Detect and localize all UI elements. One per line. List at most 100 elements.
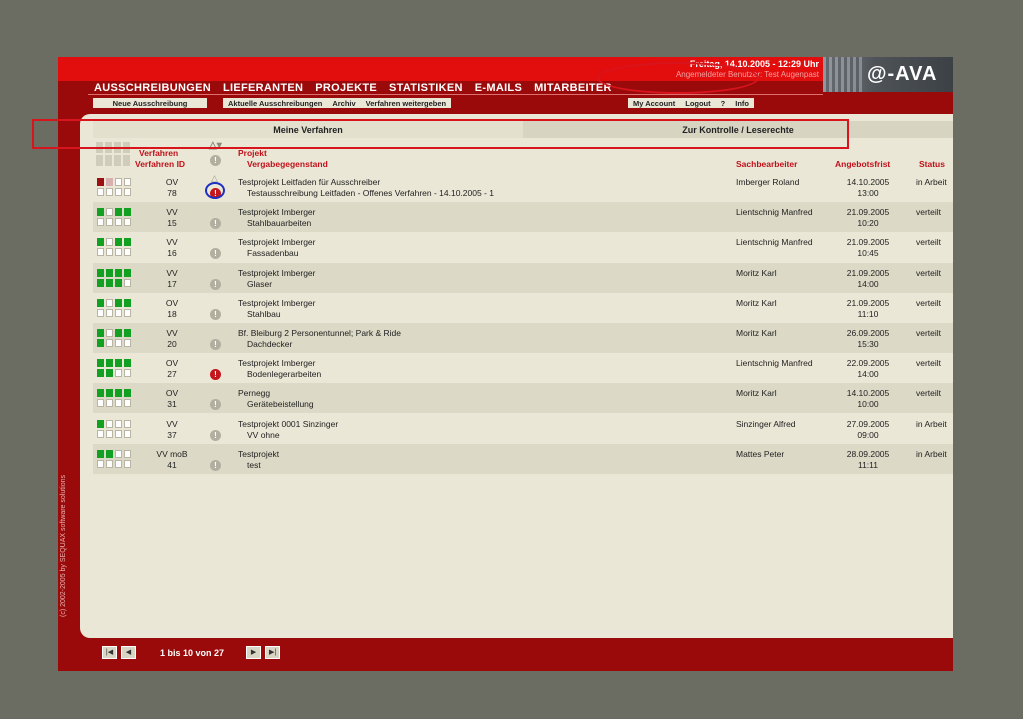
status-text: verteilt bbox=[916, 328, 942, 338]
col-sachbearbeiter[interactable]: Sachbearbeiter bbox=[736, 159, 797, 169]
forward-procedure-link[interactable]: Verfahren weitergeben bbox=[361, 99, 451, 108]
content-panel: Meine Verfahren Zur Kontrolle / Leserech… bbox=[80, 114, 953, 638]
project-name: Testprojekt Imberger bbox=[238, 267, 316, 278]
warning-icon[interactable]: ! bbox=[210, 399, 221, 411]
first-page-button[interactable]: |◀ bbox=[102, 646, 117, 659]
pager-text: 1 bis 10 von 27 bbox=[160, 647, 225, 658]
my-account-link[interactable]: My Account bbox=[628, 99, 680, 108]
app-logo: @-AVA bbox=[823, 57, 953, 92]
col-projekt[interactable]: Projekt bbox=[238, 148, 267, 158]
tender-subject: Dachdecker bbox=[247, 339, 293, 349]
deadline-time: 10:00 bbox=[857, 399, 879, 410]
case-officer: Moritz Karl bbox=[736, 297, 777, 308]
col-angebotsfrist[interactable]: Angebotsfrist bbox=[835, 159, 890, 169]
warning-icon[interactable]: ! bbox=[210, 308, 221, 320]
archive-link[interactable]: Archiv bbox=[327, 99, 360, 108]
nav-ausschreibungen[interactable]: AUSSCHREIBUNGEN bbox=[94, 82, 211, 94]
status-squares bbox=[97, 268, 131, 289]
prev-page-button[interactable]: ◀ bbox=[121, 646, 136, 659]
new-tender-link[interactable]: Neue Ausschreibung bbox=[108, 99, 193, 108]
nav-mitarbeiter[interactable]: MITARBEITER bbox=[534, 82, 612, 94]
pager: |◀ ◀ 1 bis 10 von 27 ▶ ▶| bbox=[102, 646, 281, 659]
subnav-mid: Aktuelle Ausschreibungen Archiv Verfahre… bbox=[223, 98, 452, 108]
table-row[interactable]: VV 15 Testprojekt Imberger Stahlbauarbeiten… bbox=[93, 202, 953, 233]
highlight-ellipse bbox=[597, 62, 759, 94]
warning-icon[interactable]: ! bbox=[210, 429, 221, 441]
col-verfahren-id[interactable]: Verfahren ID bbox=[135, 159, 185, 169]
nav-emails[interactable]: E-MAILS bbox=[475, 82, 522, 94]
copyright: (c) 2002-2005 by SEQUAX software solutio… bbox=[60, 474, 67, 617]
col-verfahren[interactable]: Verfahren bbox=[139, 148, 178, 158]
warning-icon[interactable]: ! bbox=[210, 459, 221, 471]
tender-subject: Glaser bbox=[247, 278, 273, 289]
project-name: Testprojekt Imberger bbox=[238, 358, 316, 369]
deadline-date: 21.09.2005 bbox=[846, 297, 890, 308]
col-vergabegegenstand[interactable]: Vergabegegenstand bbox=[247, 159, 328, 169]
table-row[interactable]: VV 17 Testprojekt Imberger Glaser Moritz Kar… bbox=[93, 262, 953, 293]
status-text: verteilt bbox=[916, 207, 942, 218]
last-page-button[interactable]: ▶| bbox=[265, 646, 281, 659]
procedure-id: 18 bbox=[167, 308, 177, 319]
next-page-button[interactable]: ▶ bbox=[246, 646, 262, 659]
table-row[interactable]: OV 78 Testprojekt Leitfaden für Ausschreib… bbox=[93, 172, 953, 202]
status-text: verteilt bbox=[916, 358, 942, 369]
status-text: verteilt bbox=[916, 388, 942, 399]
procedure-id: 31 bbox=[167, 399, 177, 410]
status-text: in Arbeit bbox=[916, 418, 947, 429]
warning-icon[interactable]: ! bbox=[210, 339, 221, 350]
project-name: Testprojekt Leitfaden für Ausschreiber bbox=[238, 177, 381, 187]
procedure-type: VV moB bbox=[156, 448, 188, 459]
warning-icon[interactable]: ! bbox=[210, 278, 221, 290]
procedure-type: VV bbox=[166, 418, 178, 429]
info-link[interactable]: Info bbox=[730, 99, 754, 108]
nav-lieferanten[interactable]: LIEFERANTEN bbox=[223, 82, 303, 94]
status-squares bbox=[97, 419, 131, 440]
status-squares bbox=[97, 449, 131, 470]
tender-subject: Testausschreibung Leitfaden - Offenes Ve… bbox=[247, 188, 494, 198]
project-name: Bf. Bleiburg 2 Personentunnel; Park & Ri… bbox=[238, 328, 402, 338]
app-frame: Freitag, 14.10.2005 - 12:29 Uhr Angemeld… bbox=[58, 57, 953, 671]
tender-subject: test bbox=[247, 459, 261, 470]
procedure-id: 16 bbox=[167, 248, 177, 259]
warning-icon[interactable]: ! bbox=[210, 248, 221, 260]
logout-link[interactable]: Logout bbox=[680, 99, 715, 108]
table-row[interactable]: OV 27 Testprojekt Imberger Bodenlegerarbeit… bbox=[93, 353, 953, 383]
col-status[interactable]: Status bbox=[919, 159, 945, 169]
status-squares bbox=[97, 178, 131, 198]
warning-icon[interactable]: ! bbox=[210, 218, 221, 230]
case-officer: Sinzinger Alfred bbox=[736, 418, 796, 429]
case-officer: Lientschnig Manfred bbox=[736, 207, 813, 218]
procedure-id: 20 bbox=[167, 339, 177, 349]
table-row[interactable]: VV moB 41 Testprojekt test Mattes Peter 28.09… bbox=[93, 443, 953, 474]
subnav-left: Neue Ausschreibung bbox=[93, 98, 207, 108]
tender-subject: Stahlbauarbeiten bbox=[247, 218, 312, 229]
project-name: Testprojekt 0001 Sinzinger bbox=[238, 418, 339, 429]
procedure-type: OV bbox=[165, 177, 179, 187]
deadline-time: 11:11 bbox=[857, 459, 878, 470]
deadline-time: 14:00 bbox=[857, 369, 879, 380]
current-tenders-link[interactable]: Aktuelle Ausschreibungen bbox=[223, 99, 327, 108]
deadline-date: 22.09.2005 bbox=[846, 358, 890, 369]
table-row[interactable]: OV 18 Testprojekt Imberger Stahlbau Moritz K… bbox=[93, 293, 953, 323]
case-officer: Moritz Karl bbox=[736, 388, 777, 399]
deadline-time: 10:45 bbox=[857, 248, 879, 259]
table-row[interactable]: VV 16 Testprojekt Imberger Fassadenbau Lient… bbox=[93, 232, 953, 262]
nav-projekte[interactable]: PROJEKTE bbox=[315, 82, 377, 94]
warning-icon[interactable]: ! bbox=[210, 369, 221, 381]
table-row[interactable]: OV 31 Pernegg Gerätebeistellung Moritz Karl 1… bbox=[93, 383, 953, 414]
procedure-id: 41 bbox=[167, 459, 177, 470]
table-row[interactable]: VV 20 Bf. Bleiburg 2 Personentunnel; Park … bbox=[93, 323, 953, 353]
case-officer: Mattes Peter bbox=[736, 448, 785, 459]
tender-subject: Bodenlegerarbeiten bbox=[247, 369, 322, 380]
table-row[interactable]: VV 37 Testprojekt 0001 Sinzinger VV ohne Sin… bbox=[93, 414, 953, 444]
deadline-time: 14:00 bbox=[857, 278, 879, 289]
procedure-type: OV bbox=[165, 358, 179, 369]
status-text: verteilt bbox=[916, 237, 942, 248]
nav-divider bbox=[88, 94, 823, 95]
deadline-date: 14.10.2005 bbox=[846, 177, 890, 187]
deadline-time: 11:10 bbox=[857, 308, 879, 319]
nav-statistiken[interactable]: STATISTIKEN bbox=[389, 82, 463, 94]
help-link[interactable]: ? bbox=[716, 99, 731, 108]
deadline-date: 27.09.2005 bbox=[846, 418, 890, 429]
status-squares bbox=[97, 359, 131, 379]
